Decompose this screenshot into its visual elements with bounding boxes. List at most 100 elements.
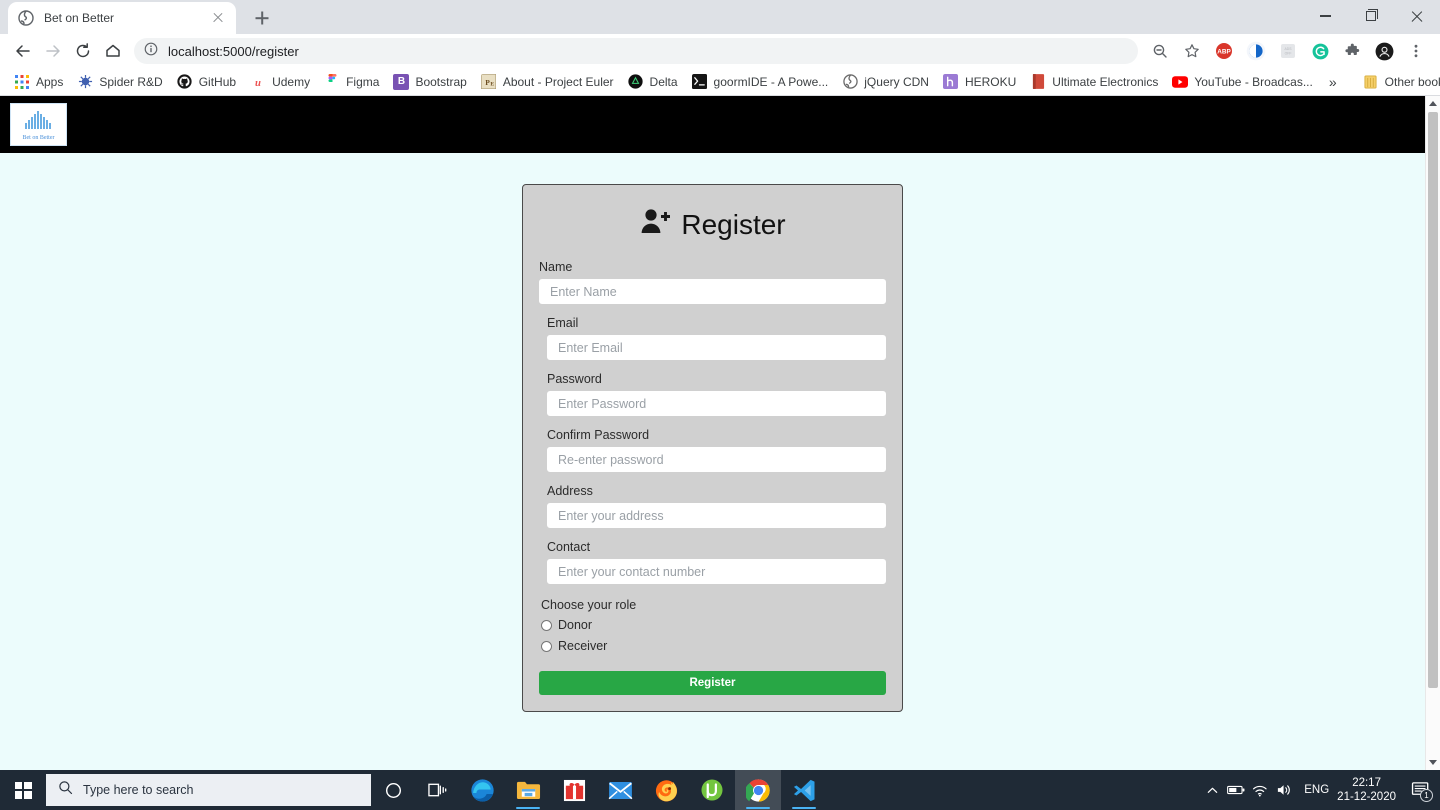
reload-icon[interactable]: [68, 36, 98, 66]
password-field[interactable]: [547, 391, 886, 416]
bookmark-udemy[interactable]: u Udemy: [244, 71, 316, 93]
bookmark-label: GitHub: [198, 74, 237, 89]
taskbar-app-utorrent[interactable]: [689, 770, 735, 810]
cortana-circle-icon[interactable]: [371, 770, 415, 810]
task-view-icon[interactable]: [415, 770, 459, 810]
radio-option-donor[interactable]: Donor: [541, 618, 886, 632]
bookmark-heroku[interactable]: HEROKU: [937, 71, 1022, 93]
bookmark-figma[interactable]: Figma: [318, 71, 385, 93]
globe-icon: [18, 10, 34, 26]
bookmark-star-icon[interactable]: [1179, 38, 1205, 64]
other-bookmarks-button[interactable]: Other bookmarks: [1357, 71, 1440, 93]
taskbar-app-microsoft-edge[interactable]: [459, 770, 505, 810]
close-icon[interactable]: [210, 10, 226, 26]
close-window-button[interactable]: [1394, 0, 1440, 32]
action-center-icon[interactable]: 1: [1406, 770, 1434, 810]
role-legend: Choose your role: [541, 598, 637, 612]
radio-option-receiver[interactable]: Receiver: [541, 639, 886, 653]
taskbar-app-visual-studio-code[interactable]: [781, 770, 827, 810]
bookmark-spider-rd[interactable]: Spider R&D: [71, 71, 168, 93]
volume-icon[interactable]: [1272, 770, 1296, 810]
grammarly-icon[interactable]: [1307, 38, 1333, 64]
bookmarks-bar: Apps Spider R&D GitHub u Udemy Figma B B…: [0, 68, 1440, 96]
minimize-button[interactable]: [1302, 0, 1348, 32]
zoom-out-icon[interactable]: [1147, 38, 1173, 64]
browser-tab[interactable]: Bet on Better: [8, 2, 236, 34]
taskbar-search-box[interactable]: Type here to search: [46, 774, 371, 806]
extension-gray-icon[interactable]: ADS OFF: [1275, 38, 1301, 64]
bookmark-label: jQuery CDN: [864, 74, 929, 89]
contact-field[interactable]: [547, 559, 886, 584]
bookmark-github[interactable]: GitHub: [171, 71, 242, 93]
back-arrow-icon[interactable]: [8, 36, 38, 66]
extension-blue-icon[interactable]: [1243, 38, 1269, 64]
github-icon: [177, 74, 193, 90]
scroll-down-arrow-icon[interactable]: [1426, 755, 1440, 770]
search-icon: [58, 780, 73, 800]
tray-language[interactable]: ENG: [1304, 784, 1329, 796]
field-label: Address: [547, 484, 593, 498]
spider-icon: [77, 74, 93, 90]
scrollbar-thumb[interactable]: [1428, 112, 1438, 688]
wifi-icon[interactable]: [1248, 770, 1272, 810]
bookmark-goormide[interactable]: goormIDE - A Powe...: [686, 71, 835, 93]
form-field-contact: Contact: [539, 540, 886, 584]
bookmarks-overflow-button[interactable]: »: [1321, 74, 1345, 90]
battery-icon[interactable]: [1224, 770, 1248, 810]
site-logo[interactable]: Bet on Better: [10, 103, 67, 146]
page-scrollbar[interactable]: [1425, 96, 1440, 770]
scroll-up-arrow-icon[interactable]: [1426, 96, 1440, 111]
maximize-button[interactable]: [1348, 0, 1394, 32]
bookmark-label: Bootstrap: [415, 74, 467, 89]
bookmark-jquery-cdn[interactable]: jQuery CDN: [836, 71, 935, 93]
info-icon[interactable]: [144, 42, 158, 61]
bookmark-ultimate-electronics[interactable]: Ultimate Electronics: [1024, 71, 1164, 93]
extensions-puzzle-icon[interactable]: [1339, 38, 1365, 64]
adblock-plus-icon[interactable]: ABP: [1211, 38, 1237, 64]
bookmark-bootstrap[interactable]: B Bootstrap: [387, 71, 472, 93]
profile-avatar-icon[interactable]: [1371, 38, 1397, 64]
bookmark-youtube[interactable]: YouTube - Broadcas...: [1166, 71, 1319, 93]
show-hidden-icons[interactable]: [1200, 770, 1224, 810]
tab-strip: Bet on Better: [0, 0, 1440, 34]
name-field[interactable]: [539, 279, 886, 304]
site-logo-text: Bet on Better: [22, 134, 55, 141]
email-field[interactable]: [547, 335, 886, 360]
taskbar-app-gift[interactable]: [551, 770, 597, 810]
confirm-password-field[interactable]: [547, 447, 886, 472]
taskbar-app-mail[interactable]: [597, 770, 643, 810]
tray-clock[interactable]: 22:17 21-12-2020: [1337, 776, 1396, 804]
taskbar-app-file-explorer[interactable]: [505, 770, 551, 810]
chrome-menu-icon[interactable]: [1403, 38, 1429, 64]
svg-text:ADS: ADS: [1285, 47, 1293, 51]
page-title: Register: [539, 207, 886, 242]
svg-text:OFF: OFF: [1285, 52, 1292, 56]
delta-icon: [628, 74, 644, 90]
web-page: Bet on Better Register Name Enter Name E…: [0, 96, 1425, 770]
windows-start-icon[interactable]: [0, 770, 46, 810]
form-field-confirm-password: Confirm Password: [539, 428, 886, 472]
home-icon[interactable]: [98, 36, 128, 66]
notification-badge: 1: [1420, 789, 1433, 802]
register-card-wrapper: Register Name Email Password: [0, 153, 1425, 712]
bookmark-label: About - Project Euler: [502, 74, 614, 89]
radio-donor[interactable]: [541, 619, 552, 631]
globe-icon: [842, 74, 858, 90]
register-card: Register Name Email Password: [522, 184, 903, 712]
register-submit-button[interactable]: Register: [539, 671, 886, 695]
form-field-address: Address: [539, 484, 886, 528]
page-title-text: Register: [681, 208, 786, 240]
bookmark-apps[interactable]: Apps: [8, 71, 69, 93]
bookmark-label: YouTube - Broadcas...: [1194, 74, 1313, 89]
radio-receiver[interactable]: [541, 640, 552, 652]
taskbar-search-placeholder: Type here to search: [83, 783, 194, 797]
form-field-name: Name: [539, 260, 886, 304]
taskbar-app-firefox[interactable]: [643, 770, 689, 810]
bookmark-delta[interactable]: Delta: [622, 71, 684, 93]
new-tab-button[interactable]: [248, 4, 276, 32]
taskbar-app-google-chrome[interactable]: [735, 770, 781, 810]
bookmark-project-euler[interactable]: PE About - Project Euler: [475, 71, 620, 93]
address-field[interactable]: [547, 503, 886, 528]
address-bar[interactable]: localhost:5000/register: [134, 38, 1138, 64]
other-bookmarks-label: Other bookmarks: [1384, 74, 1440, 89]
